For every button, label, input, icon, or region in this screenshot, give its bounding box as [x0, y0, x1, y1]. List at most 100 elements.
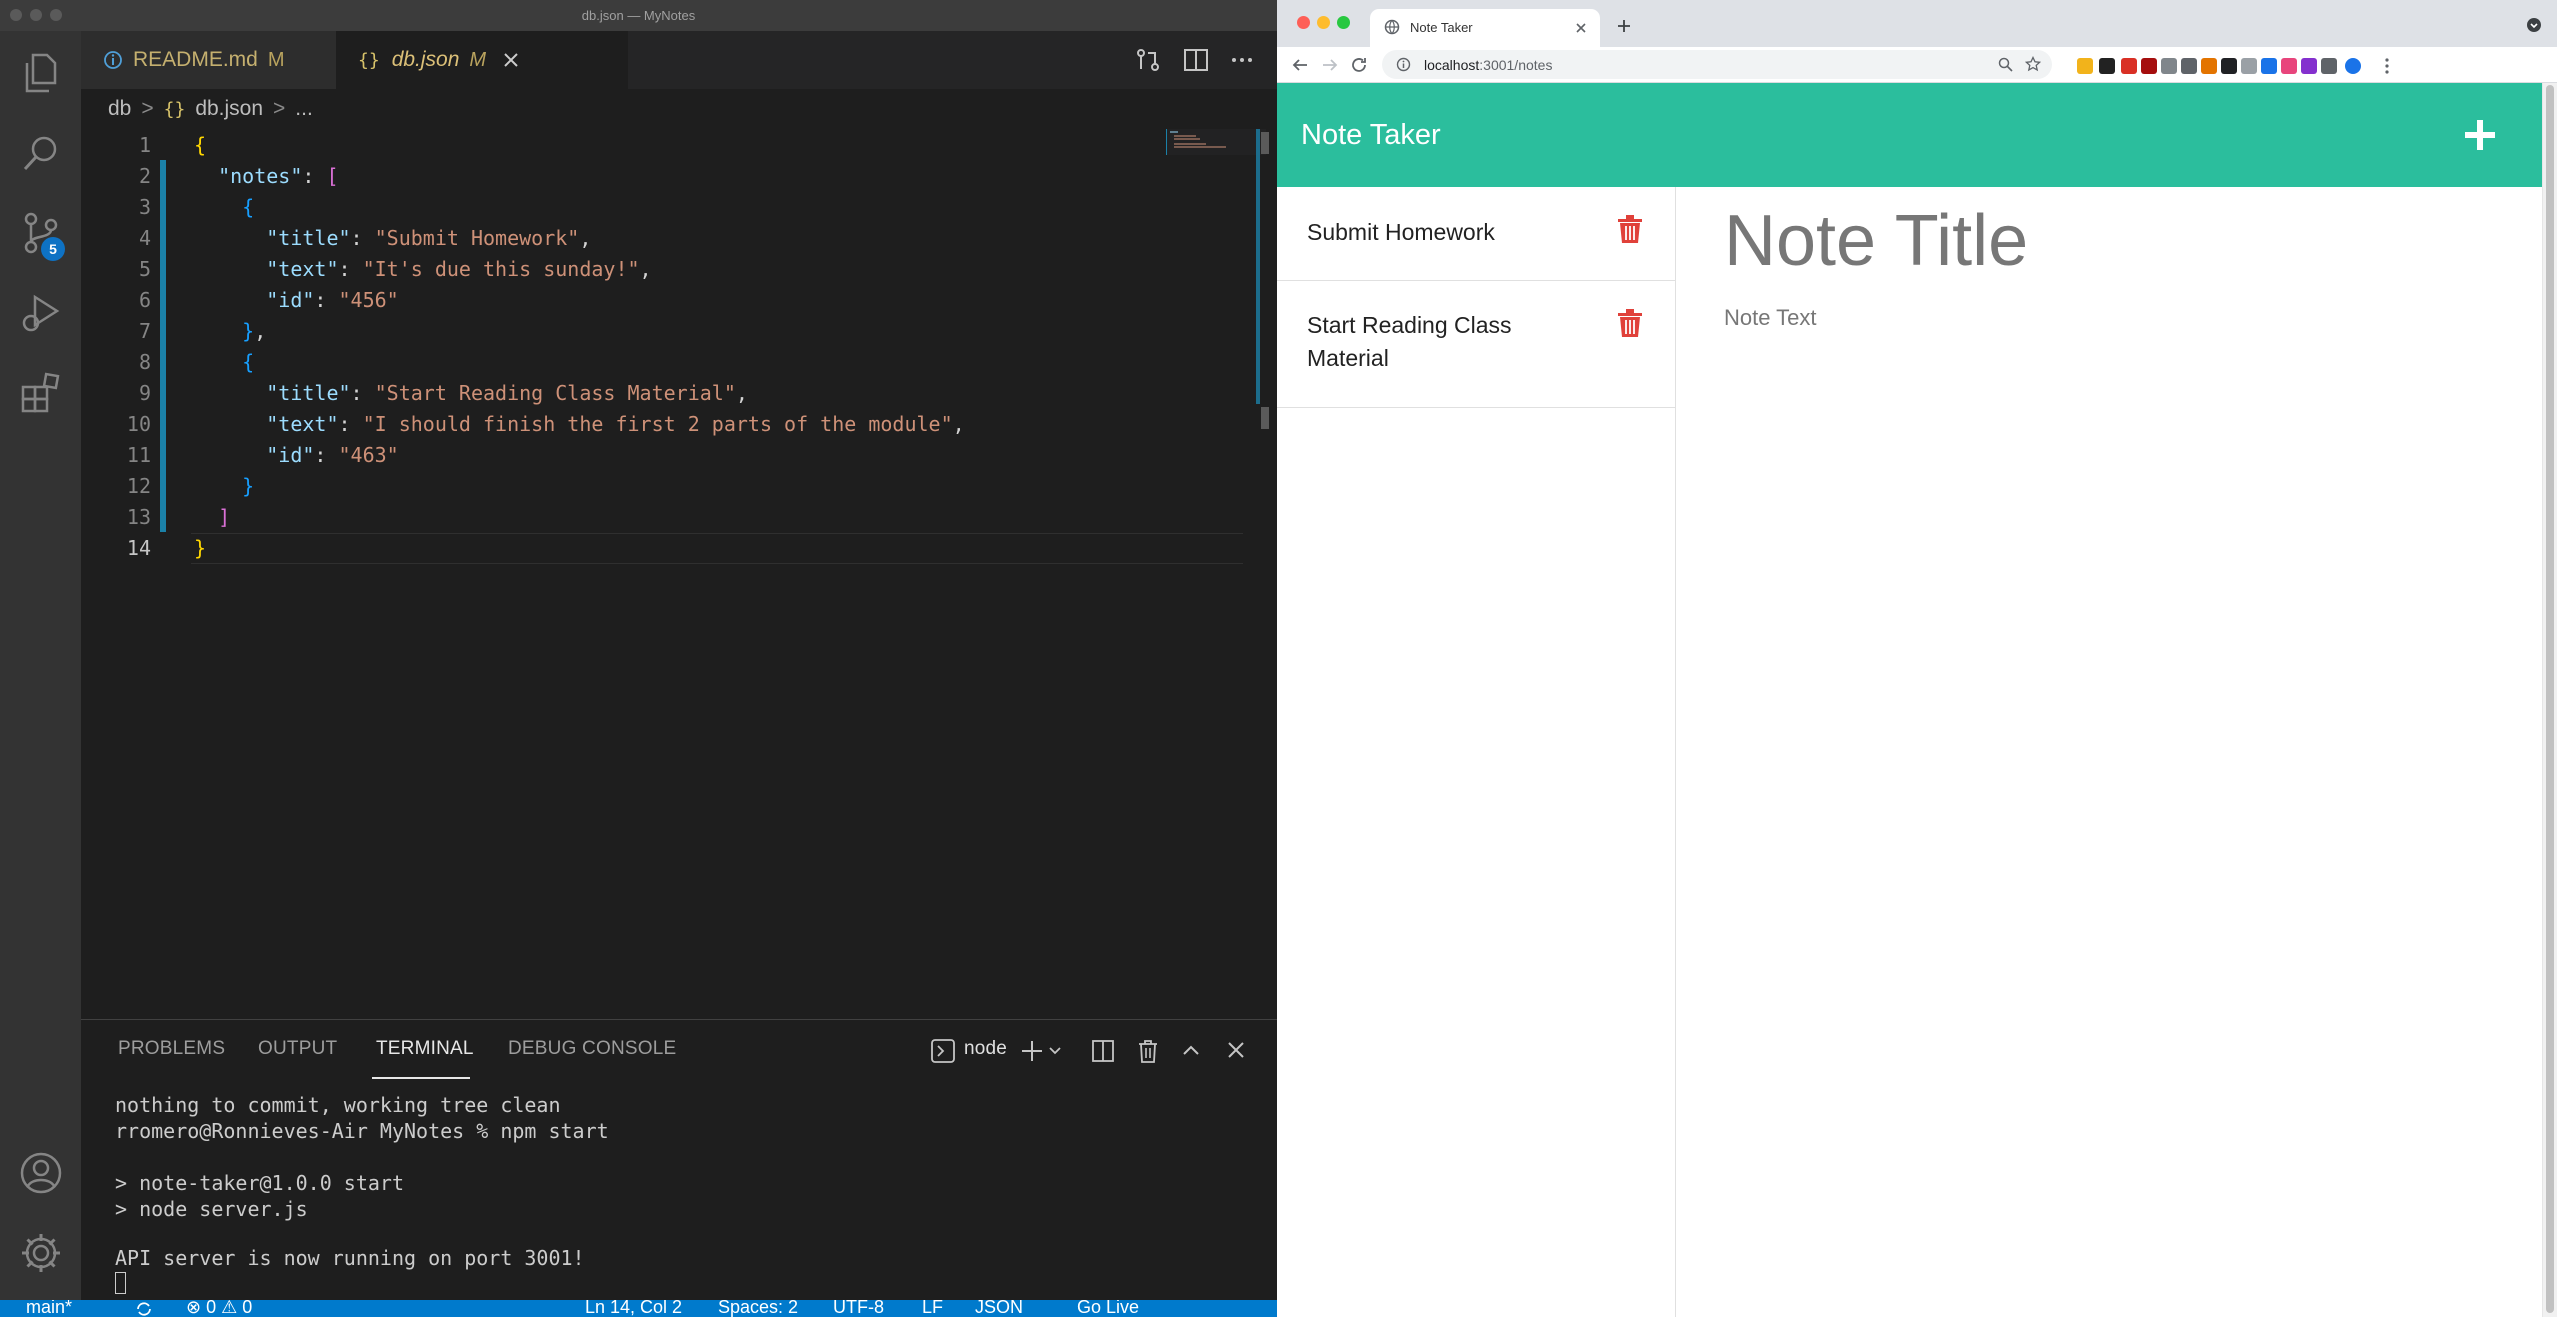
tab-problems[interactable]: PROBLEMS — [118, 1038, 225, 1060]
info-icon — [104, 51, 122, 69]
code-editor[interactable]: 1{ 2 "notes": [ 3 { 4 "title": "Submit H… — [81, 129, 1277, 1019]
source-control-button[interactable] — [0, 193, 81, 273]
language-mode[interactable]: JSON — [975, 1300, 1023, 1317]
extensions-button[interactable] — [0, 353, 81, 433]
reload-icon[interactable] — [1350, 56, 1368, 74]
run-debug-button[interactable] — [0, 273, 81, 353]
address-bar[interactable]: localhost:3001/notes — [1382, 50, 2052, 79]
note-list: Submit Homework Start Reading Class Mate… — [1277, 187, 1676, 1317]
source-control-badge: 5 — [41, 237, 65, 261]
chevron-down-icon[interactable] — [1048, 1045, 1062, 1057]
trash-icon[interactable] — [1136, 1038, 1160, 1064]
chevron-up-icon[interactable] — [1181, 1042, 1201, 1058]
editor-scrollbar[interactable] — [1261, 132, 1269, 154]
tab-db-json[interactable]: {} db.json M — [336, 31, 628, 89]
list-item[interactable]: Start Reading Class Material — [1277, 281, 1675, 408]
chevron-right-icon: > — [141, 97, 154, 120]
tab-search-icon[interactable] — [2526, 17, 2542, 33]
code-line: 14} — [126, 536, 207, 560]
window-minimize-button[interactable] — [1317, 16, 1330, 29]
explorer-button[interactable] — [0, 33, 81, 113]
manage-button[interactable] — [0, 1213, 81, 1293]
account-icon — [20, 1152, 61, 1194]
browser-tab[interactable]: Note Taker — [1370, 9, 1600, 47]
app-title[interactable]: Note Taker — [1301, 119, 1441, 152]
close-icon[interactable] — [1227, 1041, 1245, 1059]
note-list-title[interactable]: Submit Homework — [1307, 216, 1587, 249]
open-changes-icon[interactable] — [1135, 47, 1161, 73]
terminal-icon — [931, 1039, 955, 1063]
search-button[interactable] — [0, 113, 81, 193]
terminal-line: rromero@Ronnieves-Air MyNotes % npm star… — [115, 1119, 609, 1143]
browser-toolbar: localhost:3001/notes — [1277, 47, 2557, 83]
end-of-line[interactable]: LF — [922, 1300, 943, 1317]
trash-icon[interactable] — [1617, 214, 1643, 244]
extensions-toolbar[interactable] — [2077, 57, 2533, 75]
code-line: 3 { — [138, 195, 255, 219]
browser-window: Note Taker localhost:3001/notes Note Tak… — [1277, 0, 2557, 1317]
code-line: 12 } — [126, 474, 255, 498]
editor-scrollbar-thumb[interactable] — [1261, 407, 1269, 429]
info-icon[interactable] — [1396, 57, 1411, 72]
bookmark-star-icon[interactable] — [2025, 56, 2041, 72]
add-icon[interactable] — [1020, 1039, 1044, 1063]
extensions-icon — [21, 372, 59, 413]
sync-icon[interactable] — [134, 1300, 154, 1317]
problems-indicator[interactable]: ⊗ 0 ⚠ 0 — [186, 1300, 252, 1317]
terminal-line: API server is now running on port 3001! — [115, 1246, 585, 1270]
window-zoom-button[interactable] — [1337, 16, 1350, 29]
chevron-right-icon: > — [273, 97, 286, 120]
note-list-title[interactable]: Start Reading Class Material — [1307, 309, 1587, 375]
code-line: 13 ] — [126, 505, 231, 529]
go-live-button[interactable]: Go Live — [1077, 1300, 1139, 1317]
code-line: 9 "title": "Start Reading Class Material… — [138, 381, 748, 405]
minimap[interactable] — [1166, 129, 1266, 155]
activity-bar: 5 — [0, 31, 81, 1300]
run-debug-icon — [22, 294, 59, 332]
modified-flag: M — [267, 48, 285, 71]
new-tab-icon[interactable] — [1616, 18, 1632, 34]
zoom-icon[interactable] — [1998, 57, 2013, 72]
new-note-button[interactable] — [2452, 107, 2508, 163]
encoding[interactable]: UTF-8 — [833, 1300, 884, 1317]
tab-debug-console[interactable]: DEBUG CONSOLE — [508, 1038, 676, 1060]
modified-flag: M — [469, 48, 487, 71]
indentation[interactable]: Spaces: 2 — [718, 1300, 798, 1317]
breadcrumb: db > {} db.json > ... — [81, 89, 1277, 129]
breadcrumb-more[interactable]: ... — [295, 97, 313, 121]
page-scrollbar-thumb[interactable] — [2546, 85, 2554, 1313]
page-scrollbar[interactable] — [2542, 83, 2557, 1317]
editor-tab-bar: README.md M {} db.json M — [81, 31, 1277, 89]
window-close-button[interactable] — [1297, 16, 1310, 29]
trash-icon[interactable] — [1617, 308, 1643, 338]
branch-indicator[interactable]: main* — [26, 1300, 72, 1317]
note-text-area[interactable]: Note Text — [1724, 305, 1817, 331]
split-terminal-icon[interactable] — [1091, 1039, 1115, 1063]
tab-label: README.md — [133, 48, 258, 71]
active-tab-indicator — [372, 1077, 470, 1079]
code-line: 7 }, — [138, 319, 267, 343]
tab-output[interactable]: OUTPUT — [258, 1038, 337, 1060]
tab-terminal[interactable]: TERMINAL — [376, 1038, 474, 1060]
tab-readme[interactable]: README.md M — [81, 31, 336, 89]
note-title-input[interactable]: Note Title — [1724, 200, 2028, 282]
breadcrumb-folder[interactable]: db — [108, 97, 131, 121]
terminal-name[interactable]: node — [964, 1038, 1007, 1060]
status-bar: main* ⊗ 0 ⚠ 0 Ln 14, Col 2 Spaces: 2 UTF… — [0, 1300, 1277, 1317]
list-item[interactable]: Submit Homework — [1277, 187, 1675, 281]
accounts-button[interactable] — [0, 1133, 81, 1213]
breadcrumb-file[interactable]: db.json — [195, 97, 263, 121]
cursor-position[interactable]: Ln 14, Col 2 — [585, 1300, 682, 1317]
back-arrow-icon[interactable] — [1291, 56, 1309, 74]
forward-arrow-icon[interactable] — [1321, 56, 1339, 74]
globe-icon — [1384, 19, 1400, 35]
split-editor-icon[interactable] — [1183, 47, 1209, 73]
terminal-line: nothing to commit, working tree clean — [115, 1093, 561, 1117]
code-line: 1{ — [138, 133, 207, 157]
code-line: 8 { — [138, 350, 255, 374]
vscode-titlebar: db.json — MyNotes — [0, 0, 1277, 31]
close-icon[interactable] — [502, 51, 520, 69]
more-actions-icon[interactable] — [1229, 47, 1255, 73]
close-icon[interactable] — [1575, 22, 1587, 34]
plus-icon — [2465, 120, 2495, 150]
